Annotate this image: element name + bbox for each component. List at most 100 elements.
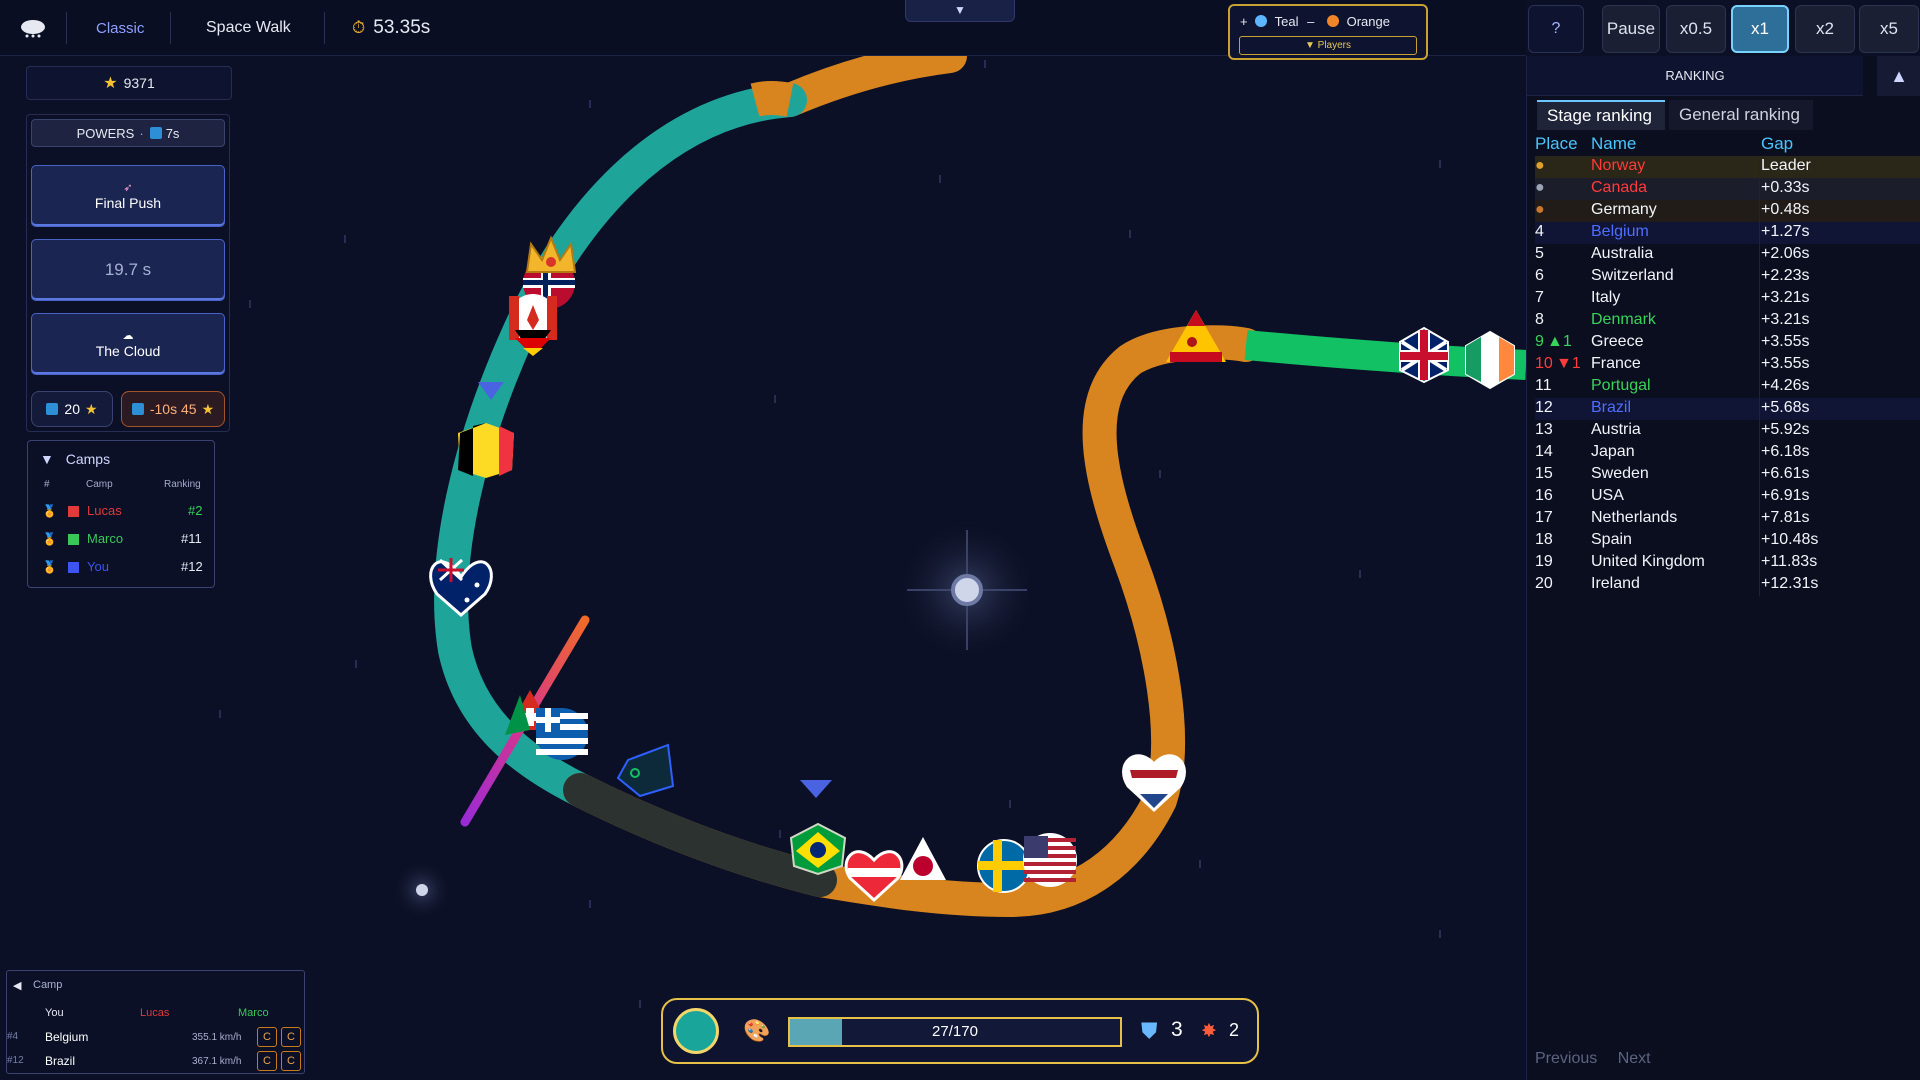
camps-header[interactable]: ▼ Camps bbox=[40, 451, 110, 467]
cell-divider bbox=[1759, 464, 1760, 486]
ranking-row[interactable]: 20 Ireland +12.31s bbox=[1535, 574, 1920, 596]
ranking-row[interactable]: 14 Japan +6.18s bbox=[1535, 442, 1920, 464]
pause-button[interactable]: Pause bbox=[1602, 5, 1660, 53]
racer-sweden bbox=[977, 839, 1031, 893]
ranking-row[interactable]: 7 Italy +3.21s bbox=[1535, 288, 1920, 310]
track-segment-orange-top bbox=[773, 56, 967, 117]
star-icon: ★ bbox=[85, 400, 98, 417]
medal-icon: 🏅 bbox=[42, 532, 57, 546]
ranking-row[interactable]: 18 Spain +10.48s bbox=[1535, 530, 1920, 552]
ranking-row[interactable]: 19 United Kingdom +11.83s bbox=[1535, 552, 1920, 574]
stopwatch-icon: ⏱ bbox=[352, 18, 366, 37]
row-gap: +3.21s bbox=[1761, 311, 1810, 328]
ranking-row[interactable]: 6 Switzerland +2.23s bbox=[1535, 266, 1920, 288]
camp-action-button[interactable]: C bbox=[257, 1051, 277, 1071]
chevron-left-icon[interactable]: ◀ bbox=[13, 979, 21, 992]
ranking-row[interactable]: 4 Belgium +1.27s bbox=[1535, 222, 1920, 244]
ranking-row[interactable]: 9 ▲1 Greece +3.55s bbox=[1535, 332, 1920, 354]
racer-united-kingdom bbox=[1399, 326, 1449, 384]
row-gap: +5.68s bbox=[1761, 399, 1810, 416]
power-the-cloud-button[interactable]: ☁ The Cloud bbox=[31, 313, 225, 375]
race-progress-text: 27/170 bbox=[932, 1023, 978, 1040]
camp-row[interactable]: 🏅 Lucas #2 bbox=[28, 501, 216, 523]
camp-action-button[interactable]: C bbox=[281, 1027, 301, 1047]
ranking-panel: RANKING ▲ Stage ranking General ranking … bbox=[1526, 56, 1920, 1080]
ranking-row[interactable]: 13 Austria +5.92s bbox=[1535, 420, 1920, 442]
ranking-row[interactable]: 8 Denmark +3.21s bbox=[1535, 310, 1920, 332]
collapse-up-icon[interactable]: ▲ bbox=[1877, 56, 1920, 96]
ranking-row[interactable]: 17 Netherlands +7.81s bbox=[1535, 508, 1920, 530]
camp-action-button[interactable]: C bbox=[281, 1051, 301, 1071]
speed-x1-button[interactable]: x1 bbox=[1731, 5, 1789, 53]
medal-icon: 🏅 bbox=[42, 504, 57, 518]
tab-general-ranking[interactable]: General ranking bbox=[1669, 100, 1813, 130]
row-gap: +1.27s bbox=[1761, 223, 1810, 240]
track-segment-dark bbox=[563, 773, 837, 897]
collapse-toggle-button[interactable]: ▼ bbox=[905, 0, 1015, 22]
row-name: Belgium bbox=[45, 1030, 89, 1044]
ranking-columns: Place Name Gap bbox=[1527, 134, 1920, 156]
powers-title: POWERS bbox=[76, 125, 135, 141]
power-final-push-button[interactable]: ➶ Final Push bbox=[31, 165, 225, 227]
cooldown-icon bbox=[149, 127, 162, 139]
team-b-dot-icon bbox=[1326, 15, 1339, 27]
camp-mini-panel: ◀ Camp You Lucas Marco #4 Belgium 355.1 … bbox=[6, 970, 305, 1074]
col-marco: Marco bbox=[238, 1007, 269, 1019]
col-ranking: Ranking bbox=[164, 479, 201, 490]
racer-usa bbox=[1023, 833, 1077, 887]
cell-divider bbox=[1759, 376, 1760, 398]
team-a-label: Teal bbox=[1274, 14, 1299, 29]
ranking-row[interactable]: 11 Portugal +4.26s bbox=[1535, 376, 1920, 398]
previous-button[interactable]: Previous bbox=[1535, 1050, 1597, 1067]
reroll-cost: 20 bbox=[64, 401, 80, 417]
camp-name: You bbox=[87, 559, 109, 574]
ranking-row[interactable]: 16 USA +6.91s bbox=[1535, 486, 1920, 508]
col-number: # bbox=[44, 479, 50, 490]
power-cooldown-card[interactable]: 19.7 s bbox=[31, 239, 225, 301]
minus-label: – bbox=[1307, 14, 1315, 29]
row-name: Germany bbox=[1591, 201, 1657, 218]
ranking-row[interactable]: 10 ▼1 France +3.55s bbox=[1535, 354, 1920, 376]
help-button[interactable]: ? bbox=[1528, 5, 1584, 53]
palette-icon[interactable]: 🎨 bbox=[743, 1018, 770, 1044]
ranking-row[interactable]: 5 Australia +2.06s bbox=[1535, 244, 1920, 266]
row-place: 5 bbox=[1535, 245, 1544, 262]
row-place: 20 bbox=[1535, 575, 1553, 592]
camp-action-button[interactable]: C bbox=[257, 1027, 277, 1047]
cell-divider bbox=[1759, 354, 1760, 376]
next-button[interactable]: Next bbox=[1618, 1050, 1651, 1067]
camp-row[interactable]: 🏅 Marco #11 bbox=[28, 529, 216, 551]
star-icon: ★ bbox=[201, 400, 215, 417]
ranking-row[interactable]: ● Norway Leader bbox=[1535, 156, 1920, 178]
row-name: Ireland bbox=[1591, 575, 1640, 592]
cell-divider bbox=[1759, 288, 1760, 310]
player-avatar[interactable] bbox=[673, 1008, 719, 1054]
row-gap: Leader bbox=[1761, 157, 1811, 174]
reroll-button[interactable]: 20 ★ bbox=[31, 391, 113, 427]
speed-x0.5-button[interactable]: x0.5 bbox=[1666, 5, 1726, 53]
speed-x5-button[interactable]: x5 bbox=[1859, 5, 1919, 53]
camp-row[interactable]: 🏅 You #12 bbox=[28, 557, 216, 579]
teams-line: + Teal – Orange bbox=[1240, 14, 1390, 29]
boost-button[interactable]: -10s 45 ★ bbox=[121, 391, 225, 427]
camps-title: Camps bbox=[65, 451, 111, 467]
tab-stage-ranking[interactable]: Stage ranking bbox=[1537, 100, 1665, 130]
game-mode-label[interactable]: Classic bbox=[96, 0, 144, 56]
speed-x2-button[interactable]: x2 bbox=[1795, 5, 1855, 53]
you-marker-icon bbox=[800, 780, 832, 798]
star-icon: ★ bbox=[103, 75, 118, 92]
row-gap: +0.48s bbox=[1761, 201, 1810, 218]
rocket-icon: ➶ bbox=[123, 182, 133, 194]
ranking-row[interactable]: ● Canada +0.33s bbox=[1535, 178, 1920, 200]
explosion-icon: ✸ bbox=[1201, 1021, 1217, 1042]
cell-divider bbox=[1759, 398, 1760, 420]
ranking-row[interactable]: 12 Brazil +5.68s bbox=[1535, 398, 1920, 420]
row-name: Portugal bbox=[1591, 377, 1651, 394]
ranking-row[interactable]: 15 Sweden +6.61s bbox=[1535, 464, 1920, 486]
players-dropdown-button[interactable]: ▼ Players bbox=[1239, 36, 1417, 55]
power-label: Final Push bbox=[94, 195, 162, 211]
player-hud: 🎨 27/170 ⛊ 3 ✸ 2 bbox=[661, 998, 1259, 1064]
row-gap: +11.83s bbox=[1761, 553, 1818, 570]
camp-name: Marco bbox=[87, 531, 124, 546]
ranking-row[interactable]: ● Germany +0.48s bbox=[1535, 200, 1920, 222]
